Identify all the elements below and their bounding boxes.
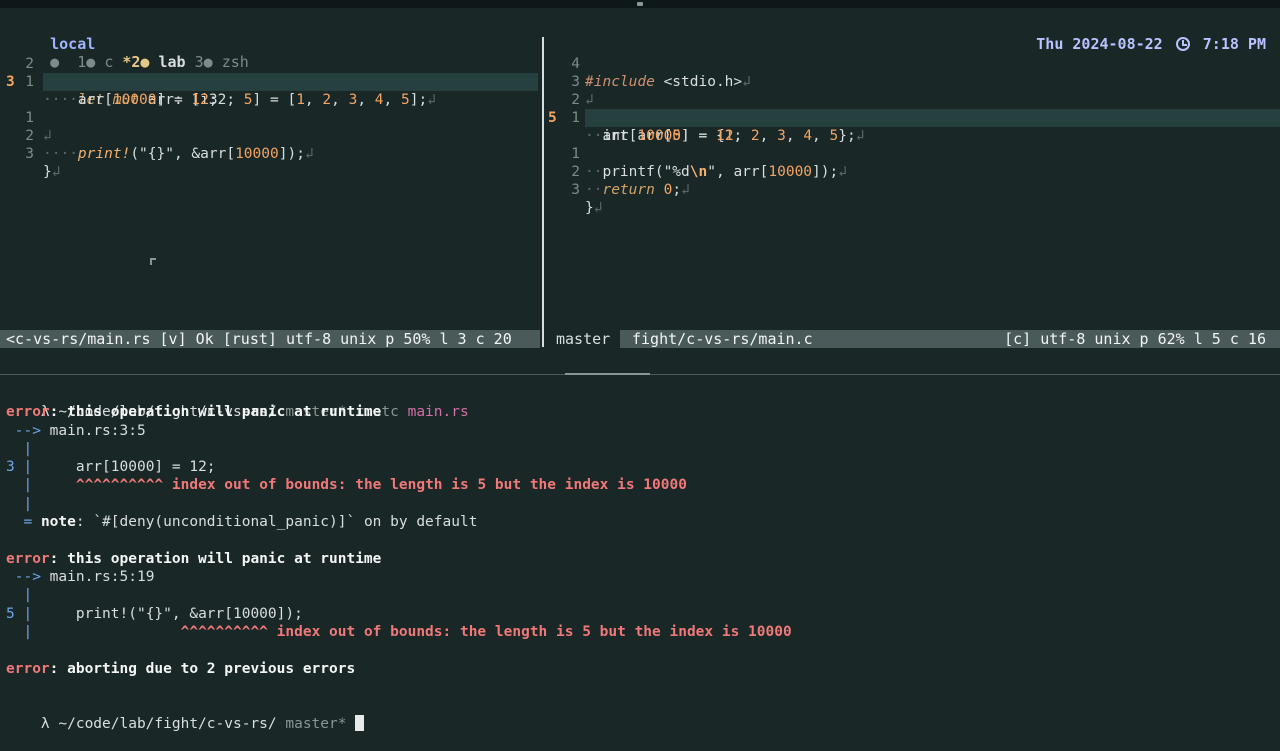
code-line-current[interactable]: ··arr[10000] = 12;	[585, 109, 1280, 144]
pipe-glyph: |	[23, 496, 33, 512]
rust-editor-pane[interactable]: 2 fn main() {↲ 1 ····let mut arr: [i32; …	[0, 37, 540, 329]
statusline-text: <c-vs-rs/main.rs [v] Ok [rust] utf-8 uni…	[6, 330, 512, 348]
prompt-branch: master*	[285, 716, 347, 732]
current-line-number: 3	[6, 74, 15, 90]
carets: ^^^^^^^^^^	[180, 624, 268, 640]
error-message: : this operation will panic at runtime	[49, 404, 382, 420]
code-line-current[interactable]: ····arr[10000] = 12;	[43, 73, 538, 108]
error-line: error: this operation will panic at runt…	[6, 550, 381, 568]
code-line[interactable]: 2 fn main() {↲	[0, 37, 540, 90]
code-text: ··return 0;↲	[585, 182, 690, 198]
gutter-line: |	[6, 586, 32, 604]
location-line: --> main.rs:5:19	[6, 568, 155, 586]
note-label: note	[40, 514, 76, 530]
note-line: = note: `#[deny(unconditional_panic)]` o…	[6, 513, 477, 531]
equals-glyph: =	[23, 514, 33, 530]
code-line[interactable]: 1 ··int arr[5] = {1, 2, 3, 4, 5};↲	[546, 91, 1280, 144]
mouse-pointer-icon	[150, 258, 156, 265]
divider-handle	[565, 373, 650, 375]
arrow-glyph: -->	[14, 423, 41, 439]
code-line[interactable]: 2 ··return 0;↲	[546, 145, 1280, 198]
code-text: }↲	[43, 164, 61, 180]
arrow-glyph: -->	[14, 569, 41, 585]
code-line[interactable]: 3 }↲	[546, 163, 1280, 216]
error-line: error: this operation will panic at runt…	[6, 403, 381, 421]
prompt-path: λ ~/code/lab/fight/c-vs-rs/	[40, 716, 277, 732]
location-line: --> main.rs:3:5	[6, 422, 146, 440]
c-editor-pane[interactable]: 4 #include <stdio.h>↲ 3 ↲ 2 int main() {…	[546, 37, 1280, 329]
current-line-number: 5	[548, 110, 557, 126]
pipe-glyph: |	[23, 587, 33, 603]
pipe-glyph: |	[23, 441, 33, 457]
error-label: error	[6, 661, 50, 677]
error-message: : this operation will panic at runtime	[49, 551, 382, 567]
rust-editor-statusline: <c-vs-rs/main.rs [v] Ok [rust] utf-8 uni…	[0, 330, 540, 348]
caret-line: | ^^^^^^^^^^ index out of bounds: the le…	[6, 623, 792, 641]
error-line: error: aborting due to 2 previous errors	[6, 660, 355, 678]
error-hint: index out of bounds: the length is 5 but…	[267, 624, 792, 640]
pipe-glyph: |	[23, 477, 33, 493]
error-message: : aborting due to 2 previous errors	[49, 661, 356, 677]
pane-divider-horizontal[interactable]	[0, 373, 1280, 375]
statusline-file: fight/c-vs-rs/main.c	[632, 330, 813, 348]
gutter-line: |	[6, 440, 32, 458]
error-label: error	[6, 551, 50, 567]
pipe-glyph: |	[23, 624, 33, 640]
line-number: 3	[25, 146, 34, 162]
pipe-glyph: |	[23, 459, 33, 475]
error-hint: index out of bounds: the length is 5 but…	[163, 477, 687, 493]
code-line[interactable]: 2 int main() {↲	[546, 73, 1280, 126]
code-text: ····print!("{}", &arr[10000]);↲	[43, 146, 314, 162]
source-code: print!("{}", &arr[10000]);	[75, 606, 303, 622]
source-line: 3 | arr[10000] = 12;	[6, 458, 216, 476]
code-line[interactable]: 1 ↲	[0, 91, 540, 144]
source-line-number: 3	[6, 459, 15, 475]
prompt-line[interactable]: λ ~/code/lab/fight/c-vs-rs/ master*	[6, 697, 365, 732]
error-location: main.rs:5:19	[49, 569, 155, 585]
code-line[interactable]: 1 ····let mut arr: [i32; 5] = [1, 2, 3, …	[0, 55, 540, 108]
window-top-bar	[0, 0, 1280, 8]
line-number: 3	[571, 182, 580, 198]
terminal-cursor[interactable]	[355, 715, 365, 731]
code-line[interactable]: 3 ↲	[546, 55, 1280, 108]
window-handle-icon	[637, 2, 643, 6]
gutter-line: |	[6, 495, 32, 513]
caret-line: | ^^^^^^^^^^ index out of bounds: the le…	[6, 476, 687, 494]
command-arg: main.rs	[407, 404, 469, 420]
error-label: error	[6, 404, 50, 420]
source-line: 5 | print!("{}", &arr[10000]);	[6, 605, 303, 623]
carets: ^^^^^^^^^^	[75, 477, 164, 493]
statusline-info: [c] utf-8 unix p 62% l 5 c 16	[1004, 330, 1266, 348]
note-text: : `#[deny(unconditional_panic)]` on by d…	[75, 514, 478, 530]
c-editor-statusline: master fight/c-vs-rs/main.c [c] utf-8 un…	[546, 330, 1280, 348]
tmux-status-bar: local ● 1● c *2● lab 3● zsh Thu 2024-08-…	[0, 17, 1280, 71]
git-branch-badge: master	[546, 330, 621, 348]
code-line[interactable]: 4 #include <stdio.h>↲	[546, 37, 1280, 90]
pipe-glyph: |	[23, 606, 33, 622]
source-line-number: 5	[6, 606, 15, 622]
pane-divider[interactable]	[542, 37, 544, 347]
prompt-line: λ ~/code/lab/fight/c-vs-rs/ master* rust…	[6, 385, 469, 420]
code-line[interactable]: 2 ····print!("{}", &arr[10000]);↲	[0, 109, 540, 162]
error-location: main.rs:3:5	[49, 423, 146, 439]
source-code: arr[10000] = 12;	[75, 459, 216, 475]
code-line[interactable]: 3 }↲	[0, 127, 540, 180]
code-text: }↲	[585, 200, 603, 216]
code-line[interactable]: 1 ··printf("%d\n", arr[10000]);↲	[546, 127, 1280, 180]
